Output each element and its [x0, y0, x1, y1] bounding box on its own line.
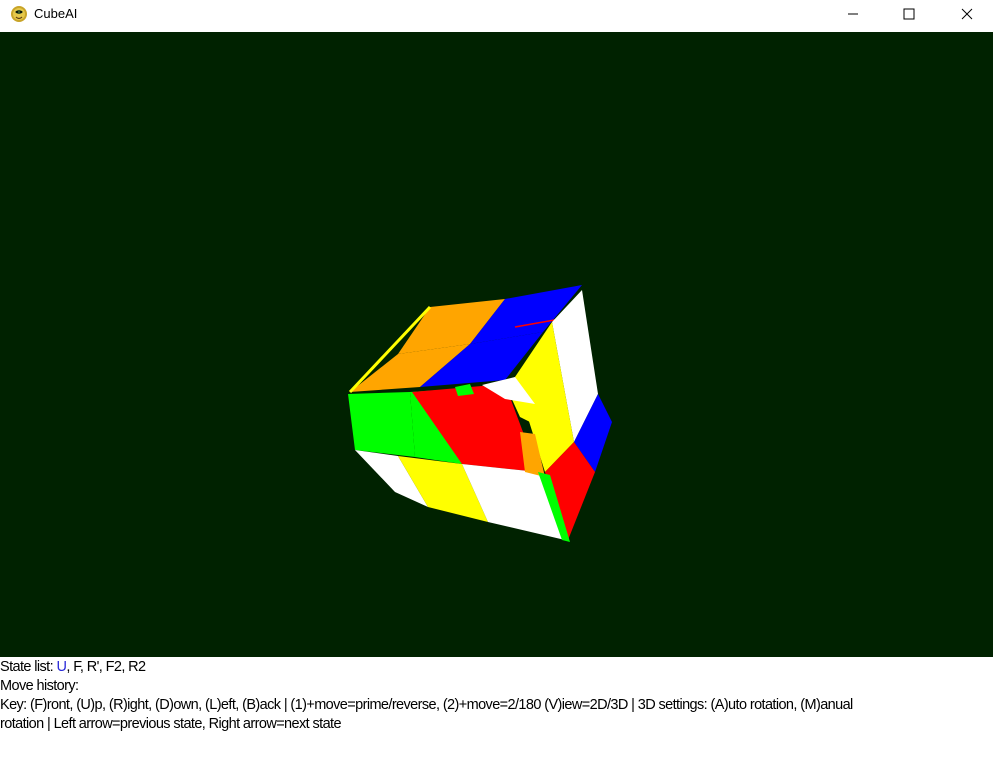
state-list-label: State list: — [0, 659, 57, 675]
title-bar[interactable]: CubeAI — [0, 0, 993, 31]
maximize-icon — [903, 8, 915, 20]
python-snake-icon — [11, 6, 27, 22]
app-window: CubeAI State list: U, F, R', F2, R2 Move… — [0, 0, 993, 773]
state-list-current: U — [56, 659, 67, 675]
rubiks-cube-3d — [0, 32, 993, 657]
render-canvas[interactable] — [0, 32, 993, 657]
maximize-button[interactable] — [886, 0, 932, 28]
minimize-icon — [848, 13, 858, 15]
move-history-line: Move history: — [0, 678, 79, 694]
cube-sticker-left-top-back — [348, 392, 415, 457]
state-list-rest: , F, R', F2, R2 — [66, 659, 146, 675]
minimize-button[interactable] — [830, 0, 876, 28]
state-list-line: State list: U, F, R', F2, R2 — [0, 658, 993, 677]
window-title: CubeAI — [34, 6, 78, 21]
key-help-line-1: Key: (F)ront, (U)p, (R)ight, (D)own, (L)… — [0, 697, 853, 713]
key-help-line-2: rotation | Left arrow=previous state, Ri… — [0, 716, 342, 732]
info-panel: State list: U, F, R', F2, R2 Move histor… — [0, 658, 993, 734]
close-button[interactable] — [944, 0, 990, 28]
close-icon — [961, 8, 973, 20]
